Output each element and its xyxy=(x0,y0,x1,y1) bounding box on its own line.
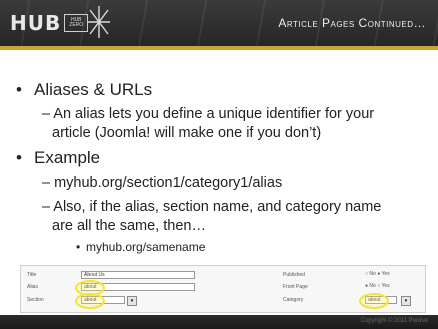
category-label: Category xyxy=(283,297,304,303)
category-highlight xyxy=(359,293,389,309)
section-label: Section xyxy=(27,297,44,303)
radio-yes-label: Yes xyxy=(381,283,390,289)
frontpage-label: Front Page xyxy=(283,284,308,290)
radio-no-label: No xyxy=(369,283,376,289)
title-field[interactable]: About Us xyxy=(81,271,195,279)
sub-bullet-url: – myhub.org/section1/category1/alias xyxy=(42,175,283,191)
logo-text: HUB xyxy=(10,11,62,35)
slide-footer: Copyright © 2011 Purdue xyxy=(0,315,438,329)
radio-yes-label: Yes xyxy=(381,271,390,277)
bullet-text: myhub.org/samename xyxy=(86,240,206,254)
logo-box: HUB ZERO xyxy=(64,14,89,32)
alias-label: Alias xyxy=(27,284,38,290)
published-label: Published xyxy=(283,272,305,278)
radio-no-label: No xyxy=(369,271,376,277)
sub-bullet-alias-desc-1: – An alias lets you define a unique iden… xyxy=(42,106,375,122)
bullet-text: Aliases & URLs xyxy=(34,80,153,99)
frontpage-radio-group[interactable]: ● No ○ Yes xyxy=(365,283,390,289)
hub-logo: HUB HUB ZERO xyxy=(10,11,89,35)
slide-header: HUB HUB ZERO Article Pages Continued… xyxy=(0,0,438,46)
accent-bar xyxy=(0,46,438,50)
published-radio-group[interactable]: ○ No ● Yes xyxy=(365,271,390,277)
page-title: Article Pages Continued… xyxy=(278,16,426,30)
starburst-icon xyxy=(88,6,110,38)
chevron-down-icon[interactable]: ▾ xyxy=(127,296,137,306)
bullet-text: Example xyxy=(34,148,101,167)
sub-sub-bullet-samename: • myhub.org/samename xyxy=(76,240,206,254)
bullet-example: • Example xyxy=(16,148,101,167)
title-label: Title xyxy=(27,272,37,278)
sub-bullet-same-1: – Also, if the alias, section name, and … xyxy=(42,199,382,215)
sub-bullet-alias-desc-2: article (Joomla! will make one if you do… xyxy=(52,125,322,141)
copyright-text: Copyright © 2011 Purdue xyxy=(360,318,428,324)
section-highlight xyxy=(75,293,105,309)
article-form-screenshot: Title About Us Alias about Section about… xyxy=(20,265,426,313)
sub-bullet-same-2: are all the same, then… xyxy=(52,218,206,234)
chevron-down-icon[interactable]: ▾ xyxy=(401,296,411,306)
bullet-aliases: • Aliases & URLs xyxy=(16,80,153,99)
